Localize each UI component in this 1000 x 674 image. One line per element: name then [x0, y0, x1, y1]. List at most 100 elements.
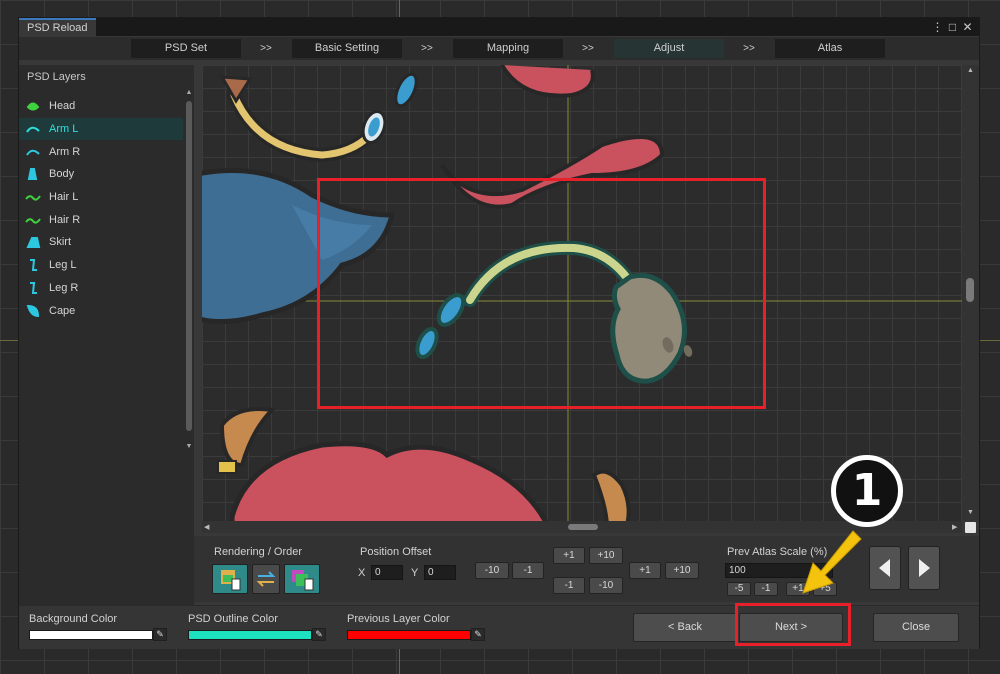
- background-color-swatch[interactable]: [29, 630, 153, 640]
- skirt-sprite: [217, 407, 631, 521]
- arrow-right-icon: [919, 559, 930, 577]
- scroll-up-icon[interactable]: ▲: [967, 67, 974, 74]
- layer-item[interactable]: Skirt: [19, 231, 183, 254]
- layer-label: Leg L: [49, 259, 77, 272]
- layer-item[interactable]: Hair L: [19, 186, 183, 209]
- nudge-up-10-button[interactable]: +10: [589, 547, 623, 564]
- canvas-vertical-scrollbar[interactable]: ▲ ▼: [962, 65, 979, 521]
- rendering-mode-button[interactable]: [212, 564, 248, 594]
- step-navigation: PSD Set >> Basic Setting >> Mapping >> A…: [19, 37, 979, 60]
- next-layer-button[interactable]: [908, 546, 940, 590]
- y-label: Y: [411, 567, 419, 579]
- prev-layer-button[interactable]: [869, 546, 901, 590]
- layer-label: Body: [49, 168, 75, 181]
- scroll-right-icon[interactable]: ▶: [952, 523, 957, 531]
- nudge-right-1-button[interactable]: +1: [629, 562, 661, 579]
- nudge-down-1-button[interactable]: -1: [553, 577, 585, 594]
- layers-scrollbar[interactable]: ▲ ▼: [184, 87, 194, 457]
- leg-layer-icon: [25, 281, 41, 295]
- hair-layer-icon: [25, 190, 41, 204]
- psd-outline-color-swatch[interactable]: [188, 630, 312, 640]
- scroll-down-icon[interactable]: ▼: [967, 509, 974, 516]
- back-button[interactable]: < Back: [633, 613, 737, 642]
- layer-item[interactable]: Arm R: [19, 140, 183, 163]
- skirt-layer-icon: [25, 235, 41, 249]
- position-offset-label: Position Offset: [360, 546, 432, 558]
- eyedropper-icon[interactable]: ✎: [153, 628, 167, 641]
- nudge-left-10-button[interactable]: -10: [475, 562, 509, 579]
- layer-item[interactable]: Leg L: [19, 254, 183, 277]
- resize-corner[interactable]: [965, 522, 976, 533]
- psd-outline-color-label: PSD Outline Color: [188, 613, 278, 625]
- step-mapping[interactable]: Mapping: [453, 39, 563, 58]
- scale-minus-1-button[interactable]: -1: [754, 582, 778, 596]
- window-tab[interactable]: PSD Reload: [19, 18, 96, 36]
- x-offset-input[interactable]: 0: [371, 565, 403, 580]
- arm-layer-icon: [25, 145, 41, 159]
- step-marker-badge: 1: [831, 455, 903, 527]
- psd-layers-panel: PSD Layers Head Arm L Arm R Body Hair L Hair …: [19, 65, 194, 605]
- head-layer-icon: [25, 99, 41, 113]
- close-button[interactable]: Close: [873, 613, 959, 642]
- scroll-up-icon[interactable]: ▲: [185, 89, 193, 96]
- more-options-icon[interactable]: ⋮: [931, 18, 944, 36]
- layer-item[interactable]: Cape: [19, 299, 183, 322]
- layer-label: Leg R: [49, 281, 79, 294]
- nudge-up-1-button[interactable]: +1: [553, 547, 585, 564]
- swap-icon: [256, 571, 276, 587]
- nudge-right-10-button[interactable]: +10: [665, 562, 699, 579]
- highlight-arm-l-box: [317, 178, 766, 409]
- y-offset-input[interactable]: 0: [424, 565, 456, 580]
- eyedropper-icon[interactable]: ✎: [471, 628, 485, 641]
- layers-stack-icon: [292, 570, 314, 591]
- layer-label: Skirt: [49, 236, 71, 249]
- canvas-horizontal-thumb[interactable]: [568, 524, 598, 530]
- highlight-next-button-box: [735, 603, 851, 646]
- background-color-label: Background Color: [29, 613, 118, 625]
- leg-layer-icon: [25, 258, 41, 272]
- layer-label: Head: [49, 100, 76, 113]
- layer-list: Head Arm L Arm R Body Hair L Hair R Skirt Leg L…: [19, 95, 183, 322]
- hair-layer-icon: [25, 213, 41, 227]
- previous-layer-color-swatch[interactable]: [347, 630, 471, 640]
- layer-label: Hair L: [49, 191, 79, 204]
- step-separator: >>: [743, 43, 755, 54]
- layer-label: Arm L: [49, 123, 79, 136]
- cape-layer-icon: [25, 304, 41, 318]
- step-psd-set[interactable]: PSD Set: [131, 39, 241, 58]
- maximize-icon[interactable]: □: [946, 18, 959, 36]
- canvas-vertical-thumb[interactable]: [966, 278, 974, 302]
- layer-item[interactable]: Arm L: [19, 117, 183, 141]
- scale-minus-5-button[interactable]: -5: [727, 582, 751, 596]
- step-separator: >>: [582, 43, 594, 54]
- step-atlas[interactable]: Atlas: [775, 39, 885, 58]
- scroll-left-icon[interactable]: ◀: [204, 523, 209, 531]
- nudge-down-10-button[interactable]: -10: [589, 577, 623, 594]
- swap-order-button[interactable]: [252, 564, 280, 594]
- layer-item[interactable]: Head: [19, 95, 183, 118]
- layer-order-button[interactable]: [284, 564, 320, 594]
- arm-layer-icon: [25, 122, 41, 136]
- image-layer-icon: [221, 570, 241, 591]
- layer-label: Arm R: [49, 145, 81, 158]
- step-separator: >>: [260, 43, 272, 54]
- layer-item[interactable]: Body: [19, 163, 183, 186]
- scroll-down-icon[interactable]: ▼: [185, 443, 193, 450]
- nudge-left-1-button[interactable]: -1: [512, 562, 544, 579]
- title-bar: PSD Reload ⋮ □ ✕: [19, 18, 979, 36]
- pointer-arrow-icon: [802, 530, 862, 594]
- x-label: X: [358, 567, 366, 579]
- arrow-left-icon: [879, 559, 890, 577]
- close-window-icon[interactable]: ✕: [961, 18, 974, 36]
- layer-item[interactable]: Leg R: [19, 277, 183, 300]
- arm-r-sprite: [219, 72, 418, 163]
- previous-layer-color-label: Previous Layer Color: [347, 613, 450, 625]
- body-layer-icon: [25, 167, 41, 181]
- eyedropper-icon[interactable]: ✎: [312, 628, 326, 641]
- layers-scroll-thumb[interactable]: [186, 101, 192, 431]
- step-adjust[interactable]: Adjust: [614, 39, 724, 58]
- step-separator: >>: [421, 43, 433, 54]
- layer-label: Hair R: [49, 213, 81, 226]
- layer-item[interactable]: Hair R: [19, 208, 183, 231]
- step-basic-setting[interactable]: Basic Setting: [292, 39, 402, 58]
